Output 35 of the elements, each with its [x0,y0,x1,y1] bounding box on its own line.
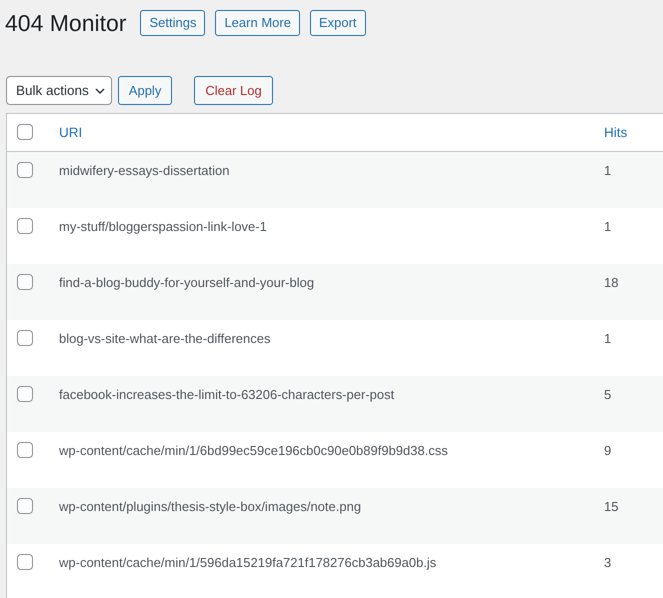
hits-count: 1 [604,218,612,234]
checkbox[interactable] [17,124,33,140]
column-header[interactable]: URI [59,125,82,140]
uri-text: my-stuff/bloggerspassion-link-love-1 [59,218,267,234]
hits-count: 1 [604,163,612,178]
chevron-down-icon [94,88,105,94]
checkbox[interactable] [17,274,33,290]
hits-count: 3 [604,554,612,570]
uri-text: wp-content/cache/min/1/596da15219fa721f178276cb3ab69a0b.js [59,554,436,570]
hits-count: 5 [604,386,612,402]
checkbox[interactable] [17,218,33,234]
page-title: 404 Monitor [5,10,126,36]
column-header[interactable]: Hits [604,125,628,140]
hits-count: 18 [604,274,618,290]
header-button[interactable]: Export [310,10,366,36]
apply-button[interactable]: Apply [118,76,172,105]
checkbox[interactable] [17,554,33,570]
uri-text: facebook-increases-the-limit-to-63206-characters-per-post [59,386,394,402]
checkbox[interactable] [17,386,33,402]
hits-count: 9 [604,442,612,458]
checkbox[interactable] [17,498,33,514]
header-button[interactable]: Learn More [215,10,300,36]
uri-text: find-a-blog-buddy-for-yourself-and-your-blog [59,274,314,290]
hits-count: 15 [604,498,618,514]
checkbox[interactable] [17,442,33,458]
uri-text: wp-content/cache/min/1/6bd99ec59ce196cb0c90e0b89f9b9d38.css [59,442,448,458]
checkbox[interactable] [17,330,33,346]
uri-text: midwifery-essays-dissertation [59,163,230,178]
uri-text: wp-content/plugins/thesis-style-box/images/note.png [59,498,362,514]
hits-count: 1 [604,330,612,346]
clear-log-button[interactable]: Clear Log [194,76,273,105]
checkbox[interactable] [17,162,33,178]
uri-text: blog-vs-site-what-are-the-differences [59,330,270,346]
header-button[interactable]: Settings [140,10,206,36]
bulk-actions-dropdown[interactable]: Bulk actions [6,76,112,105]
